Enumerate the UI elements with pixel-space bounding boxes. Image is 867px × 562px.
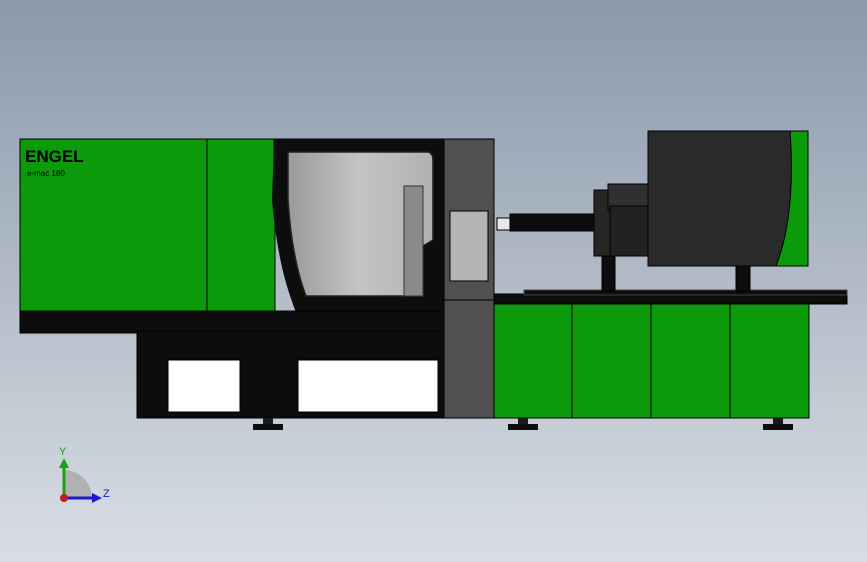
- carriage-support: [601, 255, 616, 292]
- nozzle-tip: [496, 217, 512, 231]
- hopper-support: [735, 265, 751, 292]
- rail-top-edge: [523, 289, 848, 296]
- machine-model-view[interactable]: ENGEL e-mac 180 Y Z: [0, 0, 867, 562]
- foot-pad-1: [253, 424, 283, 430]
- x-axis-origin-icon: [60, 494, 68, 502]
- frame-opening-left: [167, 359, 241, 413]
- brand-logo: ENGEL: [25, 147, 84, 166]
- guard-panel-2: [206, 138, 276, 312]
- model-label: e-mac 180: [27, 169, 65, 178]
- inner-platen: [403, 185, 424, 297]
- foot-stem-2: [518, 418, 528, 424]
- carriage-block: [609, 205, 655, 257]
- foot-pad-2: [508, 424, 538, 430]
- y-axis-label: Y: [59, 446, 67, 458]
- foot-stem-3: [773, 418, 783, 424]
- foot-pad-3: [763, 424, 793, 430]
- foot-stem-1: [263, 418, 273, 424]
- z-axis-label: Z: [103, 488, 110, 500]
- frame-opening-right: [297, 359, 439, 413]
- cad-viewport[interactable]: ENGEL e-mac 180 Y Z: [0, 0, 867, 562]
- barrel: [509, 213, 601, 232]
- clamp-base-strip: [19, 310, 495, 334]
- platen-window: [449, 210, 489, 282]
